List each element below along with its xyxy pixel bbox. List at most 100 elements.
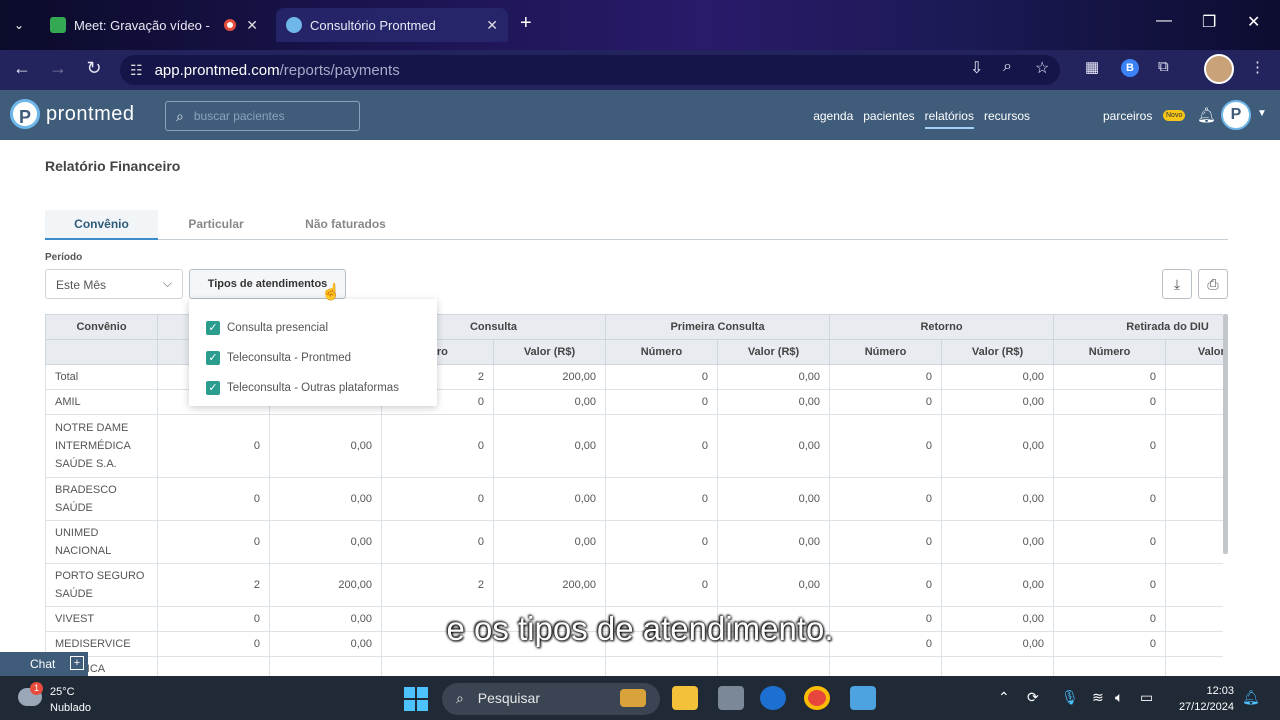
prontmed-logo[interactable]: P prontmed xyxy=(10,99,135,129)
minimize-icon[interactable]: — xyxy=(1156,12,1172,30)
site-info-icon[interactable]: ☷ xyxy=(130,62,143,79)
cell: 0 xyxy=(829,563,943,607)
browser-tab-prontmed[interactable]: Consultório Prontmed ✕ xyxy=(276,8,508,42)
tab-nao-faturados[interactable]: Não faturados xyxy=(293,210,398,240)
system-clock[interactable]: 12:03 27/12/2024 xyxy=(1170,683,1234,715)
notepad-icon[interactable] xyxy=(850,686,876,710)
install-app-icon[interactable]: ⇩ xyxy=(970,58,983,78)
window-close-icon[interactable]: ✕ xyxy=(1247,12,1260,32)
back-icon[interactable]: ← xyxy=(10,58,34,79)
nav-recursos[interactable]: recursos xyxy=(984,109,1030,123)
address-bar-row: ← → ↻ ☷ app.prontmed.com/reports/payment… xyxy=(0,50,1280,90)
cell: 0,00 xyxy=(493,520,606,564)
restore-icon[interactable]: ❐ xyxy=(1202,12,1216,32)
chat-label: Chat xyxy=(30,657,56,671)
download-icon[interactable]: ⤓ xyxy=(1162,269,1192,299)
cell: 0 xyxy=(829,364,943,390)
patient-search[interactable]: ⌕ xyxy=(165,101,360,131)
page-title: Relatório Financeiro xyxy=(45,158,181,174)
cell: 0,00 xyxy=(941,364,1055,390)
tray-chevron-icon[interactable]: ⌃ xyxy=(998,689,1010,706)
forward-icon[interactable]: → xyxy=(46,58,70,79)
cell xyxy=(605,656,718,676)
cell: 0 xyxy=(605,477,718,521)
taskbar-search-label: Pesquisar xyxy=(477,690,540,706)
nav-agenda[interactable]: agenda xyxy=(813,109,853,123)
briefcase-icon[interactable] xyxy=(620,689,646,707)
calculator-icon[interactable] xyxy=(718,686,744,710)
cell: 0 xyxy=(605,364,718,390)
checkbox-checked-icon[interactable]: ✓ xyxy=(206,381,220,395)
cell xyxy=(1165,364,1223,390)
checkbox-checked-icon[interactable]: ✓ xyxy=(206,321,220,335)
print-icon[interactable]: ⎙ xyxy=(1198,269,1228,299)
cell xyxy=(157,656,270,676)
microphone-icon[interactable]: 🎙︎ xyxy=(1061,689,1079,706)
patient-search-input[interactable] xyxy=(193,109,344,123)
nav-parceiros[interactable]: parceiros xyxy=(1103,109,1152,123)
battery-icon[interactable]: ▭ xyxy=(1140,689,1153,706)
option-teleconsulta-outras[interactable]: ✓ Teleconsulta - Outras plataformas xyxy=(189,373,437,403)
sub-header: Número xyxy=(605,339,718,365)
user-avatar[interactable]: P xyxy=(1221,100,1251,130)
cell: 0 xyxy=(829,520,943,564)
teamviewer-icon[interactable] xyxy=(760,686,786,710)
expand-icon[interactable]: + xyxy=(70,656,84,670)
browser-tab-meet[interactable]: Meet: Gravação vídeo - Co ✕ xyxy=(40,8,268,42)
checkbox-checked-icon[interactable]: ✓ xyxy=(206,351,220,365)
notification-bell-icon[interactable]: 🔔︎ xyxy=(1242,689,1260,706)
file-explorer-icon[interactable] xyxy=(672,686,698,710)
option-label: Consulta presencial xyxy=(227,322,329,334)
chevron-down-icon[interactable]: ▼ xyxy=(1257,108,1267,119)
cell xyxy=(493,656,606,676)
wifi-icon[interactable]: ≋ xyxy=(1092,689,1104,706)
chrome-icon[interactable] xyxy=(804,686,830,710)
cell: 0,00 xyxy=(493,477,606,521)
notification-bell-icon[interactable]: 🔔︎ xyxy=(1197,106,1216,124)
prontmed-favicon-icon xyxy=(286,17,302,33)
tab-convenio[interactable]: Convênio xyxy=(45,210,158,240)
sub-header: Número xyxy=(829,339,943,365)
row-name: UNIMED NACIONAL xyxy=(45,520,158,564)
bookmark-star-icon[interactable]: ☆ xyxy=(1035,58,1049,78)
cell: 200,00 xyxy=(493,364,606,390)
close-icon[interactable]: ✕ xyxy=(246,17,258,34)
reload-icon[interactable]: ↻ xyxy=(82,58,106,79)
option-label: Teleconsulta - Outras plataformas xyxy=(227,382,399,394)
clock-time: 12:03 xyxy=(1206,685,1234,697)
col-header-retorno: Retorno xyxy=(829,314,1055,340)
close-icon[interactable]: ✕ xyxy=(486,17,498,34)
cell: 200,00 xyxy=(493,563,606,607)
tab-particular[interactable]: Particular xyxy=(167,210,265,240)
cell: 200,00 xyxy=(269,563,382,607)
extension-profile-icon[interactable]: B xyxy=(1121,59,1139,77)
volume-icon[interactable]: 🔈︎ xyxy=(1115,689,1123,706)
extension-grid-icon[interactable]: ▦ xyxy=(1085,58,1099,76)
option-teleconsulta-prontmed[interactable]: ✓ Teleconsulta - Prontmed xyxy=(189,343,437,373)
url-bar[interactable]: ☷ app.prontmed.com/reports/payments xyxy=(120,55,1060,85)
option-consulta-presencial[interactable]: ✓ Consulta presencial xyxy=(189,313,437,343)
nav-relatorios[interactable]: relatórios xyxy=(924,109,975,129)
cell: 0,00 xyxy=(716,520,831,564)
table-scrollbar[interactable] xyxy=(1223,314,1228,554)
nav-pacientes[interactable]: pacientes xyxy=(863,109,914,123)
sync-icon[interactable]: ⟳ xyxy=(1027,689,1039,706)
cell: 0,00 xyxy=(941,477,1055,521)
row-name: PORTO SEGURO SAÚDE xyxy=(45,563,158,607)
tab-search-chevron-icon[interactable]: ⌄ xyxy=(8,14,30,36)
windows-start-icon[interactable] xyxy=(404,687,428,711)
zoom-icon[interactable]: ⌕ xyxy=(1003,58,1012,76)
new-badge: Novo xyxy=(1163,110,1186,121)
browser-profile-avatar[interactable] xyxy=(1204,54,1234,84)
tab-title: Consultório Prontmed xyxy=(310,17,436,33)
weather-temp: 25°C xyxy=(50,686,75,698)
extensions-puzzle-icon[interactable]: ⧉ xyxy=(1158,58,1169,75)
cell xyxy=(829,656,943,676)
cell: 0,00 xyxy=(941,389,1055,415)
periodo-select[interactable]: Este Mês ⌵ xyxy=(45,269,183,299)
cell: 0 xyxy=(829,414,943,478)
new-tab-icon[interactable]: + xyxy=(520,12,532,35)
browser-menu-icon[interactable]: ⋮ xyxy=(1250,58,1265,76)
search-icon: ⌕ xyxy=(176,107,184,124)
chat-widget[interactable]: Chat + xyxy=(0,652,88,676)
